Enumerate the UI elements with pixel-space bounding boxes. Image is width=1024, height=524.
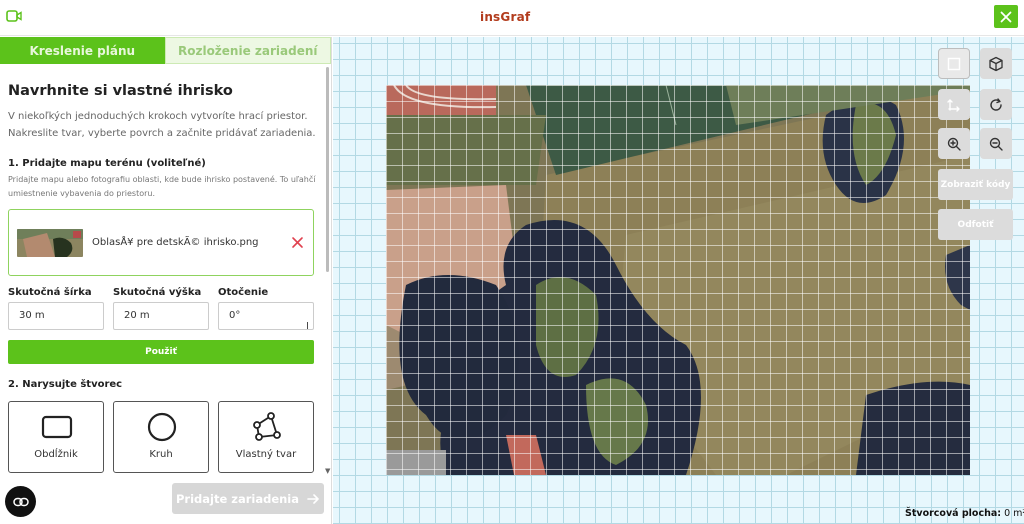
- shape-label: Kruh: [149, 449, 173, 460]
- height-label: Skutočná výška: [113, 287, 202, 298]
- brand-logo: insGraf: [480, 10, 531, 24]
- polygon-icon: [253, 412, 281, 441]
- rotation-input[interactable]: 0°: [218, 302, 314, 330]
- close-button[interactable]: [994, 5, 1018, 28]
- 2d-view-button[interactable]: [938, 48, 970, 79]
- swap-axes-button[interactable]: [938, 89, 970, 120]
- step2-title: 2. Narysujte štvorec: [8, 379, 123, 390]
- apply-button[interactable]: Použiť: [8, 340, 314, 364]
- shape-label: Vlastný tvar: [235, 449, 297, 460]
- remove-photo-button[interactable]: Odfotiť: [938, 209, 1013, 240]
- tab-drawing-plan[interactable]: Kreslenie plánu: [0, 37, 165, 64]
- scroll-down-icon[interactable]: ▼: [325, 467, 330, 475]
- shape-circle-button[interactable]: Kruh: [113, 401, 209, 473]
- left-panel: Kreslenie plánu Rozloženie zariadení Nav…: [0, 37, 332, 524]
- drawing-canvas[interactable]: Zobraziť kódy Odfotiť Štvorcová plocha: …: [333, 37, 1024, 524]
- shape-custom-button[interactable]: Vlastný tvar: [218, 401, 314, 473]
- file-thumbnail: [17, 229, 83, 257]
- grid-overlay: [386, 85, 970, 475]
- cube-icon: [989, 56, 1003, 71]
- add-equipment-button[interactable]: Pridajte zariadenia: [172, 483, 324, 514]
- close-icon: [1000, 11, 1012, 22]
- shape-label: Obdĺžnik: [34, 449, 78, 460]
- rotate-button[interactable]: [980, 89, 1012, 120]
- link-icon: [12, 497, 29, 506]
- area-readout: Štvorcová plocha: 0 m²: [905, 508, 1024, 519]
- add-equipment-label: Pridajte zariadenia: [175, 491, 300, 506]
- show-codes-button[interactable]: Zobraziť kódy: [938, 169, 1013, 200]
- area-label: Štvorcová plocha:: [905, 508, 1002, 519]
- remove-file-icon[interactable]: [291, 236, 304, 249]
- 3d-view-button[interactable]: [980, 48, 1012, 79]
- zoom-out-icon: [989, 137, 1003, 151]
- step1-description: Pridajte mapu alebo fotografiu oblasti, …: [8, 175, 316, 198]
- page-description: V niekoľkých jednoduchých krokoch vytvor…: [8, 111, 316, 139]
- text-cursor-icon: I: [306, 321, 309, 332]
- panel-scrollbar[interactable]: [324, 67, 330, 507]
- scrollbar-thumb[interactable]: [326, 67, 329, 272]
- rotation-label: Otočenie: [218, 287, 269, 298]
- area-value: 0 m²: [1004, 508, 1024, 519]
- uploaded-file-card: OblasÅ¥ pre detskÃ© ihrisko.png: [8, 209, 314, 276]
- zoom-in-icon: [947, 137, 961, 151]
- tab-bar: Kreslenie plánu Rozloženie zariadení: [0, 37, 331, 64]
- page-title: Navrhnite si vlastné ihrisko: [8, 83, 233, 99]
- step1-title: 1. Pridajte mapu terénu (voliteľné): [8, 158, 206, 169]
- zoom-out-button[interactable]: [980, 128, 1012, 159]
- file-name: OblasÅ¥ pre detskÃ© ihrisko.png: [92, 237, 259, 248]
- width-label: Skutočná šírka: [8, 287, 92, 298]
- width-input[interactable]: 30 m: [8, 302, 104, 330]
- swap-icon: [947, 98, 960, 112]
- height-input[interactable]: 20 m: [113, 302, 209, 330]
- rectangle-icon: [41, 415, 73, 439]
- video-camera-icon[interactable]: [6, 9, 22, 23]
- panel-content: Navrhnite si vlastné ihrisko V niekoľkýc…: [0, 64, 323, 510]
- zoom-in-button[interactable]: [938, 128, 970, 159]
- circle-icon: [147, 412, 177, 442]
- arrow-right-icon: [307, 493, 319, 504]
- accessibility-toggle-button[interactable]: [5, 486, 36, 517]
- tab-equipment-layout[interactable]: Rozloženie zariadení: [164, 37, 331, 64]
- shape-rectangle-button[interactable]: Obdĺžnik: [8, 401, 104, 473]
- top-bar: insGraf: [0, 0, 1024, 36]
- rotate-icon: [990, 97, 1002, 111]
- square-icon: [947, 57, 961, 70]
